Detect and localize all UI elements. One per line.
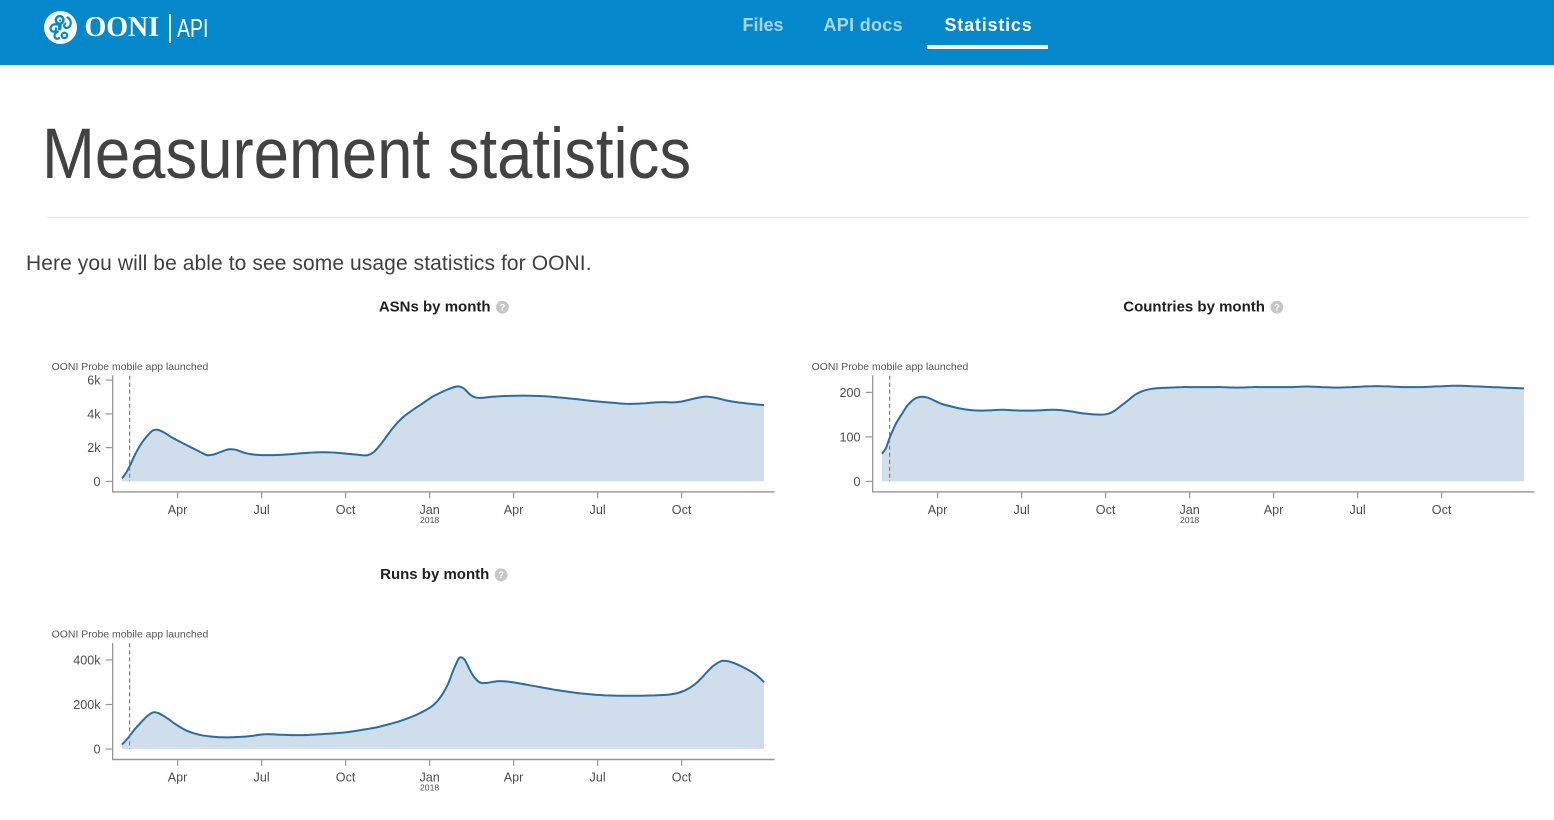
svg-text:0: 0: [93, 475, 100, 489]
svg-text:Apr: Apr: [928, 503, 948, 517]
svg-text:?: ?: [498, 570, 504, 581]
svg-text:6k: 6k: [87, 374, 101, 388]
svg-text:OONI Probe mobile app launched: OONI Probe mobile app launched: [52, 362, 209, 373]
svg-text:2018: 2018: [420, 515, 439, 525]
svg-text:400k: 400k: [73, 653, 101, 667]
svg-text:Oct: Oct: [336, 503, 356, 517]
svg-text:200: 200: [839, 386, 860, 400]
svg-text:Oct: Oct: [336, 771, 356, 785]
svg-text:Jul: Jul: [590, 771, 606, 785]
svg-text:Oct: Oct: [672, 771, 692, 785]
svg-text:200k: 200k: [73, 698, 101, 712]
svg-text:?: ?: [499, 303, 505, 314]
svg-text:Oct: Oct: [1432, 503, 1452, 517]
svg-text:Jul: Jul: [1350, 503, 1366, 517]
svg-text:Oct: Oct: [672, 503, 692, 517]
svg-text:Apr: Apr: [168, 771, 188, 785]
svg-text:2018: 2018: [420, 783, 439, 793]
svg-text:Oct: Oct: [1096, 503, 1116, 517]
svg-text:ASNs by month: ASNs by month: [379, 299, 491, 316]
svg-text:Runs by month: Runs by month: [380, 566, 489, 583]
svg-text:Jul: Jul: [590, 503, 606, 517]
svg-text:4k: 4k: [87, 407, 101, 421]
svg-text:Apr: Apr: [168, 503, 188, 517]
svg-text:100: 100: [839, 430, 860, 444]
svg-text:Jul: Jul: [254, 771, 270, 785]
svg-text:OONI Probe mobile app launched: OONI Probe mobile app launched: [812, 362, 969, 373]
svg-text:0: 0: [93, 743, 100, 757]
svg-text:Countries by month: Countries by month: [1123, 299, 1265, 316]
svg-text:0: 0: [853, 475, 860, 489]
svg-text:OONI Probe mobile app launched: OONI Probe mobile app launched: [52, 630, 209, 641]
svg-text:2018: 2018: [1180, 515, 1199, 525]
svg-text:?: ?: [1274, 303, 1280, 314]
svg-text:Apr: Apr: [504, 771, 524, 785]
svg-text:Apr: Apr: [504, 503, 524, 517]
svg-text:Jul: Jul: [254, 503, 270, 517]
svg-text:Apr: Apr: [1264, 503, 1284, 517]
svg-text:Jul: Jul: [1014, 503, 1030, 517]
svg-text:2k: 2k: [87, 441, 101, 455]
